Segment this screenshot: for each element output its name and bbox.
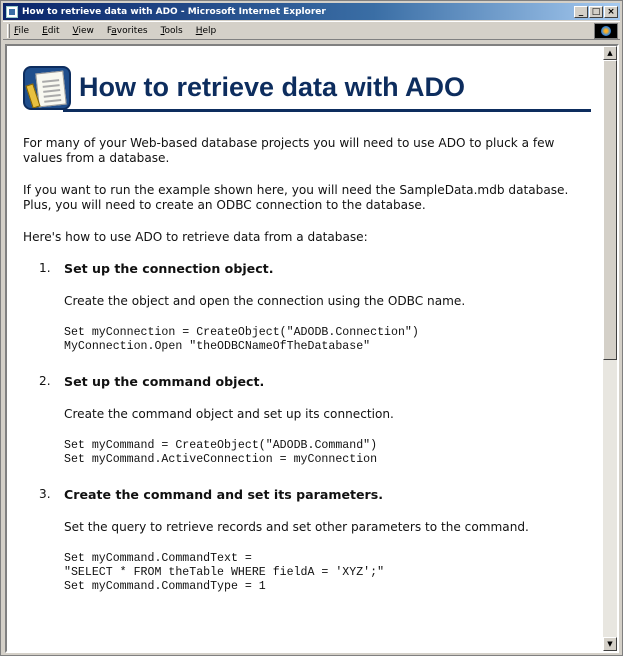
ie-throbber-icon [594,23,618,39]
menu-favorites[interactable]: Favorites [107,26,148,36]
vertical-scrollbar[interactable]: ▲ ▼ [603,46,617,651]
step-number: 1. [39,261,51,275]
toolbar-grip[interactable] [7,23,10,38]
document-pencil-icon [23,66,71,110]
code-block: Set myCommand = CreateObject("ADODB.Comm… [64,439,378,466]
menu-bar: File Edit View Favorites Tools Help [3,21,620,40]
code-block: Set myCommand.CommandText = "SELECT * FR… [64,552,385,593]
steps-list: 1. Set up the connection object. Create … [23,261,601,594]
lead-paragraph: Here's how to use ADO to retrieve data f… [23,230,368,244]
window-title: How to retrieve data with ADO - Microsof… [22,6,326,17]
scroll-thumb[interactable] [603,60,617,360]
step-description: Create the command object and set up its… [64,407,394,421]
window-controls: _ □ × [574,5,618,18]
menu-tools[interactable]: Tools [161,26,183,36]
close-button[interactable]: × [604,5,618,18]
code-block: Set myConnection = CreateObject("ADODB.C… [64,326,419,353]
step-heading: Create the command and set its parameter… [64,487,384,502]
step-heading: Set up the command object. [64,374,265,389]
menu-view[interactable]: View [73,26,94,36]
web-page: How to retrieve data with ADO For many o… [23,58,601,594]
requirements-paragraph: If you want to run the example shown her… [23,183,569,212]
step-number: 3. [39,487,51,501]
menu-edit[interactable]: Edit [42,26,59,36]
step-item: 1. Set up the connection object. Create … [39,261,601,354]
step-item: 3. Create the command and set its parame… [39,487,601,594]
scroll-down-button[interactable]: ▼ [603,637,617,651]
title-divider [63,109,591,112]
step-description: Set the query to retrieve records and se… [64,520,529,534]
maximize-button[interactable]: □ [589,5,603,18]
step-item: 2. Set up the command object. Create the… [39,374,601,467]
title-bar[interactable]: How to retrieve data with ADO - Microsof… [3,3,620,20]
menu-file[interactable]: File [14,26,29,36]
step-description: Create the object and open the connectio… [64,294,466,308]
menu-help[interactable]: Help [196,26,217,36]
page-header: How to retrieve data with ADO [23,58,601,112]
scroll-up-button[interactable]: ▲ [603,46,617,60]
step-heading: Set up the connection object. [64,261,274,276]
page-title: How to retrieve data with ADO [79,72,466,102]
content-viewport[interactable]: How to retrieve data with ADO For many o… [5,44,619,653]
step-number: 2. [39,374,51,388]
intro-paragraph: For many of your Web-based database proj… [23,136,555,165]
ie-page-icon [6,5,18,18]
minimize-button[interactable]: _ [574,5,588,18]
browser-window: How to retrieve data with ADO - Microsof… [0,0,623,656]
